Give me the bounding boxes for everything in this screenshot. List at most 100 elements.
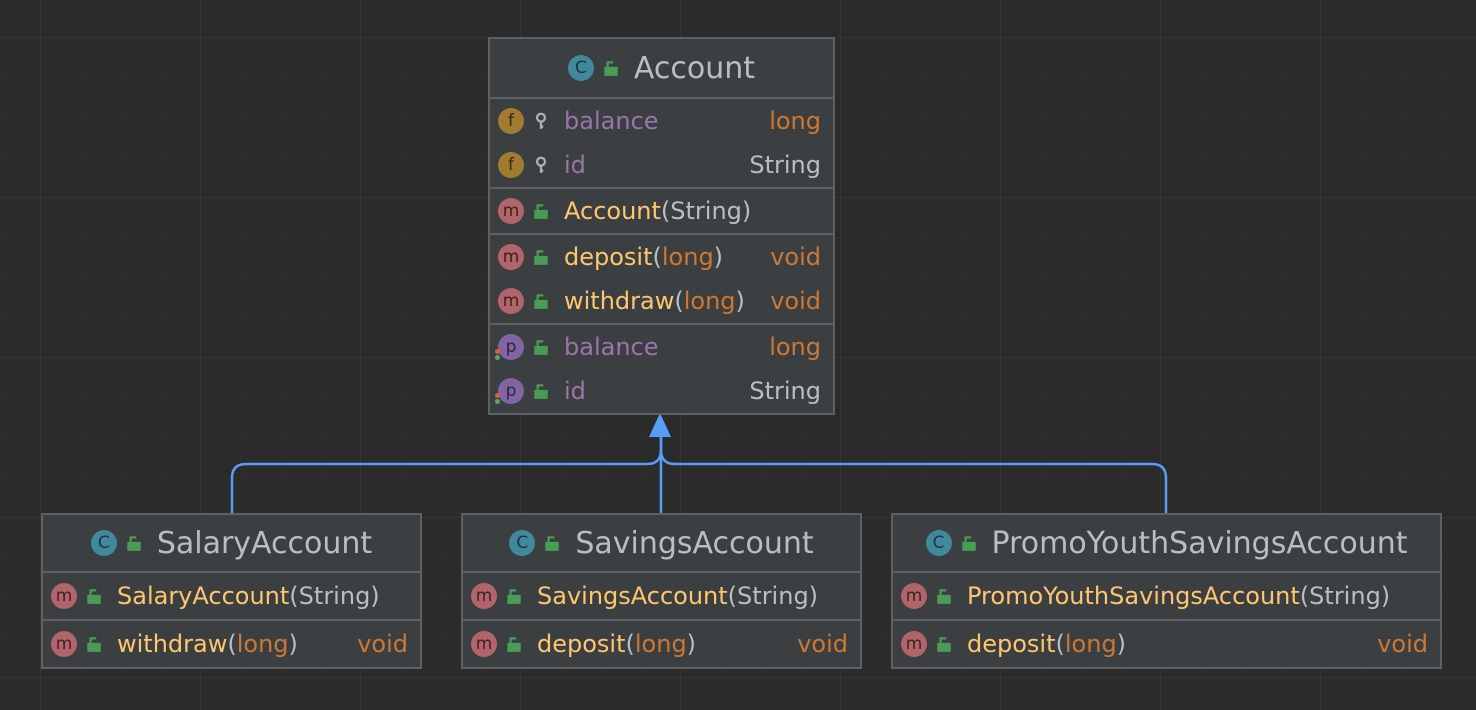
method-icon: m <box>901 583 927 609</box>
methods-section: m deposit(long) void <box>463 621 860 667</box>
public-visibility-icon <box>507 637 521 652</box>
open-paren: ( <box>652 243 662 271</box>
class-savings-account[interactable]: C SavingsAccount m SavingsAccount(String… <box>461 513 862 669</box>
method-icon: m <box>498 244 524 270</box>
open-paren: ( <box>660 197 671 225</box>
return-type: void <box>797 630 848 658</box>
class-name: PromoYouthSavingsAccount <box>991 525 1408 561</box>
method-icon: m <box>471 631 497 657</box>
class-header: C SavingsAccount <box>463 515 860 573</box>
close-paren: ) <box>735 287 745 315</box>
method-icon: m <box>51 583 77 609</box>
method-row[interactable]: m withdraw(long) void <box>490 279 833 323</box>
private-key-icon <box>535 156 547 173</box>
field-row[interactable]: f balance long <box>490 99 833 143</box>
public-visibility-icon <box>87 589 101 604</box>
getter-setter-dots-icon <box>495 348 500 360</box>
method-name: deposit <box>967 630 1056 658</box>
methods-section: m deposit(long) void m withdraw(long) vo… <box>490 235 833 325</box>
property-letter: p <box>505 381 517 401</box>
method-row[interactable]: m deposit(long) void <box>490 235 833 279</box>
constructors-section: m PromoYouthSavingsAccount(String) <box>893 573 1440 621</box>
constructors-section: m SavingsAccount(String) <box>463 573 860 621</box>
edge-promo-to-account <box>659 449 1168 514</box>
open-paren: ( <box>227 630 237 658</box>
field-type: long <box>769 107 821 135</box>
property-type: long <box>769 333 821 361</box>
field-row[interactable]: f id String <box>490 143 833 187</box>
method-row[interactable]: m deposit(long) void <box>893 621 1440 667</box>
public-visibility-icon <box>534 384 548 399</box>
param-type: long <box>634 630 687 658</box>
getter-setter-dots-icon <box>495 392 500 404</box>
public-visibility-icon <box>937 637 951 652</box>
edge-salary-to-account <box>230 436 663 514</box>
param-type: long <box>661 243 714 271</box>
close-paren: ) <box>1116 630 1127 658</box>
open-paren: ( <box>674 287 684 315</box>
property-row[interactable]: p balance long <box>490 325 833 369</box>
property-type: String <box>749 377 821 405</box>
open-paren: ( <box>727 582 738 610</box>
method-icon: m <box>471 583 497 609</box>
method-name: deposit <box>564 243 653 271</box>
private-key-icon <box>535 112 547 129</box>
public-visibility-icon <box>534 204 548 219</box>
constructor-name: SalaryAccount <box>117 582 290 610</box>
constructors-section: m Account(String) <box>490 189 833 235</box>
class-icon: C <box>509 530 536 556</box>
class-header: C SalaryAccount <box>43 515 420 573</box>
method-name: withdraw <box>117 630 228 658</box>
return-type: void <box>770 287 821 315</box>
methods-section: m deposit(long) void <box>893 621 1440 667</box>
class-name: SavingsAccount <box>575 525 814 561</box>
class-account[interactable]: C Account f balance long f id String m A… <box>488 37 835 415</box>
param-type: String <box>737 582 809 610</box>
constructor-name: PromoYouthSavingsAccount <box>967 582 1300 610</box>
param-type: String <box>670 197 742 225</box>
constructor-row[interactable]: m Account(String) <box>490 189 833 233</box>
constructor-row[interactable]: m PromoYouthSavingsAccount(String) <box>893 573 1440 619</box>
open-paren: ( <box>625 630 635 658</box>
public-visibility-icon <box>937 589 951 604</box>
property-icon: p <box>495 378 524 404</box>
param-type: long <box>1064 630 1117 658</box>
close-paren: ) <box>686 630 697 658</box>
class-salary-account[interactable]: C SalaryAccount m SalaryAccount(String) … <box>41 513 422 669</box>
method-icon: m <box>498 198 524 224</box>
public-visibility-icon <box>534 250 548 265</box>
constructor-row[interactable]: m SavingsAccount(String) <box>463 573 860 619</box>
close-paren: ) <box>1380 582 1391 610</box>
method-name: deposit <box>537 630 626 658</box>
method-icon: m <box>51 631 77 657</box>
public-visibility-icon <box>961 536 976 551</box>
param-type: String <box>298 582 371 610</box>
field-name: balance <box>564 107 659 135</box>
field-icon: f <box>498 108 524 134</box>
class-name: Account <box>633 50 756 86</box>
public-visibility-icon <box>545 536 560 551</box>
constructor-name: Account <box>564 197 661 225</box>
open-paren: ( <box>289 582 299 610</box>
public-visibility-icon <box>507 589 521 604</box>
constructor-row[interactable]: m SalaryAccount(String) <box>43 573 420 619</box>
class-icon: C <box>567 55 594 81</box>
return-type: void <box>357 630 408 658</box>
method-row[interactable]: m deposit(long) void <box>463 621 860 667</box>
fields-section: f balance long f id String <box>490 99 833 189</box>
property-letter: p <box>505 337 517 357</box>
field-type: String <box>749 151 821 179</box>
constructors-section: m SalaryAccount(String) <box>43 573 420 621</box>
class-promo-youth-savings-account[interactable]: C PromoYouthSavingsAccount m PromoYouthS… <box>891 513 1442 669</box>
open-paren: ( <box>1299 582 1310 610</box>
close-paren: ) <box>288 630 298 658</box>
class-icon: C <box>925 530 952 556</box>
method-icon: m <box>901 631 927 657</box>
param-type: long <box>236 630 289 658</box>
property-row[interactable]: p id String <box>490 369 833 413</box>
method-row[interactable]: m withdraw(long) void <box>43 621 420 667</box>
class-header: C Account <box>490 39 833 99</box>
open-paren: ( <box>1055 630 1065 658</box>
class-header: C PromoYouthSavingsAccount <box>893 515 1440 573</box>
return-type: void <box>1377 630 1428 658</box>
